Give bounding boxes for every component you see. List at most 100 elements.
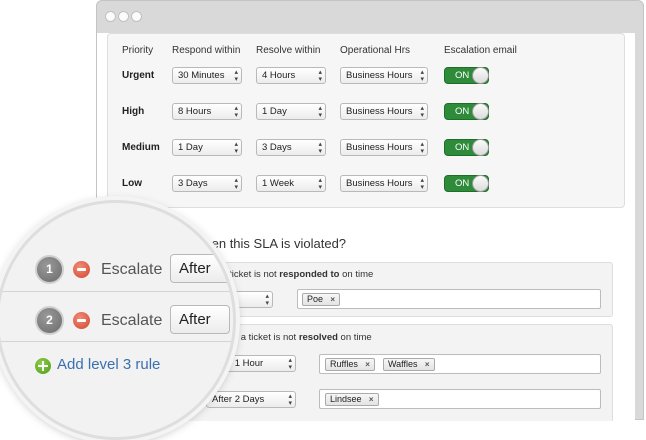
toggle-knob <box>472 67 489 84</box>
escalation-email-toggle[interactable]: ON <box>444 67 489 84</box>
resolve-within-select[interactable]: 1 Week ▴ ▾ <box>256 175 326 192</box>
chevron-updown-icon: ▴ ▾ <box>234 105 238 119</box>
select-value: 4 Hours <box>262 70 296 81</box>
sla-policy-table: Priority Respond within Resolve within O… <box>107 33 625 208</box>
resolve-level2-timing-select[interactable]: After 2 Days ▴ ▾ <box>206 391 296 408</box>
tag-label: Lindsee <box>330 394 362 404</box>
tag-label: Ruffles <box>330 359 358 369</box>
chevron-updown-icon: ▴ ▾ <box>318 177 322 191</box>
chevron-updown-icon: ▴ ▾ <box>420 69 424 83</box>
divider <box>0 341 233 342</box>
priority-label: Urgent <box>122 70 155 81</box>
select-value: Business Hours <box>346 106 413 117</box>
rule-emphasis: resolved <box>298 332 338 343</box>
select-value: After 2 Days <box>212 394 265 405</box>
operational-hours-select[interactable]: Business Hours ▴ ▾ <box>340 103 428 120</box>
select-value: Business Hours <box>346 178 413 189</box>
chevron-updown-icon: ▴ ▾ <box>318 69 322 83</box>
rule-emphasis: responded to <box>279 269 340 280</box>
respond-within-select[interactable]: 3 Days ▴ ▾ <box>172 175 242 192</box>
remove-tag-icon[interactable]: × <box>425 359 430 370</box>
rule-text: on time <box>339 269 374 280</box>
toggle-label: ON <box>455 106 470 117</box>
resolve-within-select[interactable]: 3 Days ▴ ▾ <box>256 139 326 156</box>
level-number-badge: 1 <box>35 255 64 284</box>
window-titlebar <box>97 1 643 33</box>
tag-label: Poe <box>307 294 324 304</box>
select-value: Business Hours <box>346 142 413 153</box>
toggle-label: ON <box>455 178 470 189</box>
toggle-knob <box>472 139 489 156</box>
operational-hours-select[interactable]: Business Hours ▴ ▾ <box>340 67 428 84</box>
toggle-label: ON <box>455 142 470 153</box>
chevron-updown-icon: ▴ ▾ <box>234 141 238 155</box>
remove-level-icon[interactable] <box>73 261 90 278</box>
tag-label: Waffles <box>388 359 418 369</box>
remove-tag-icon[interactable]: × <box>365 359 370 370</box>
level-number-badge: 2 <box>35 306 64 335</box>
respond-within-select[interactable]: 8 Hours ▴ ▾ <box>172 103 242 120</box>
chevron-updown-icon: ▴ ▾ <box>234 69 238 83</box>
escalation-email-toggle[interactable]: ON <box>444 139 489 156</box>
toggle-knob <box>472 175 489 192</box>
toggle-knob <box>472 103 489 120</box>
header-respond-within: Respond within <box>172 45 241 56</box>
escalate-label: Escalate <box>101 312 163 329</box>
remove-tag-icon[interactable]: × <box>330 294 335 305</box>
escalation-email-toggle[interactable]: ON <box>444 103 489 120</box>
priority-label: High <box>122 106 145 117</box>
agent-tag: Waffles × <box>383 358 435 371</box>
select-value: 3 Days <box>178 178 208 189</box>
escalate-label: Escalate <box>101 261 163 278</box>
header-escalation-email: Escalation email <box>444 45 517 56</box>
remove-tag-icon[interactable]: × <box>369 394 374 405</box>
chevron-updown-icon: ▴ ▾ <box>318 105 322 119</box>
resolve-within-select[interactable]: 1 Day ▴ ▾ <box>256 103 326 120</box>
remove-level-icon[interactable] <box>73 312 90 329</box>
chevron-updown-icon: ▴ ▾ <box>420 141 424 155</box>
escalation-email-toggle[interactable]: ON <box>444 175 489 192</box>
select-value: 1 Week <box>262 178 295 189</box>
chevron-updown-icon: ▴ ▾ <box>288 393 292 407</box>
chevron-updown-icon: ▴ ▾ <box>420 105 424 119</box>
header-resolve-within: Resolve within <box>256 45 321 56</box>
toggle-label: ON <box>455 70 470 81</box>
operational-hours-select[interactable]: Business Hours ▴ ▾ <box>340 175 428 192</box>
priority-label: Low <box>122 178 142 189</box>
chevron-updown-icon: ▴ ▾ <box>288 357 292 371</box>
respond-within-select[interactable]: 1 Day ▴ ▾ <box>172 139 242 156</box>
chevron-updown-icon: ▴ ▾ <box>318 141 322 155</box>
chevron-updown-icon: ▴ ▾ <box>265 293 269 307</box>
select-value: 3 Days <box>262 142 292 153</box>
respond-rule-description: en a ticket is not responded to on time <box>208 269 373 280</box>
level-timing-select[interactable]: After <box>170 254 230 283</box>
resolve-level2-agents-input[interactable]: Lindsee × <box>319 389 601 409</box>
respond-within-select[interactable]: 30 Minutes ▴ ▾ <box>172 67 242 84</box>
window-zoom-dot[interactable] <box>131 11 142 22</box>
resolve-within-select[interactable]: 4 Hours ▴ ▾ <box>256 67 326 84</box>
add-level-icon[interactable] <box>35 358 51 374</box>
header-priority: Priority <box>122 45 154 56</box>
magnifier-lens: 1 Escalate After 2 Escalate After Add le… <box>0 200 236 440</box>
header-operational-hours: Operational Hrs <box>340 45 411 56</box>
select-value: 1 Day <box>178 142 203 153</box>
window-close-dot[interactable] <box>105 11 116 22</box>
respond-agents-input[interactable]: Poe × <box>297 289 601 309</box>
window-minimize-dot[interactable] <box>118 11 129 22</box>
operational-hours-select[interactable]: Business Hours ▴ ▾ <box>340 139 428 156</box>
priority-label: Medium <box>122 142 160 153</box>
level-timing-select[interactable]: After <box>170 305 230 334</box>
chevron-updown-icon: ▴ ▾ <box>420 177 424 191</box>
add-level-rule-link[interactable]: Add level 3 rule <box>57 356 160 373</box>
select-value: 1 Day <box>262 106 287 117</box>
agent-tag: Poe × <box>302 293 341 306</box>
agent-tag: Lindsee × <box>325 393 379 406</box>
select-value: Business Hours <box>346 70 413 81</box>
violation-question: when this SLA is violated? <box>195 236 347 251</box>
select-value: 8 Hours <box>178 106 212 117</box>
agent-tag: Ruffles × <box>325 358 375 371</box>
select-value: 30 Minutes <box>178 70 225 81</box>
divider <box>0 291 233 292</box>
resolve-level1-agents-input[interactable]: Ruffles × Waffles × <box>319 354 601 374</box>
chevron-updown-icon: ▴ ▾ <box>234 177 238 191</box>
